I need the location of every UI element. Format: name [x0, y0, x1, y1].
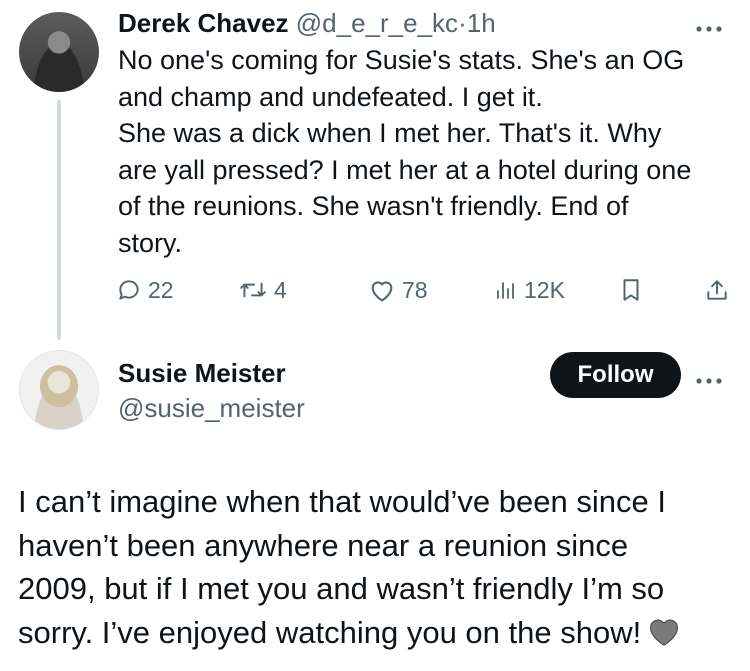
analytics-icon — [497, 282, 514, 299]
more-horizontal-icon[interactable] — [694, 14, 724, 40]
main-tweet-text: I can’t imagine when that would’ve been … — [18, 480, 738, 658]
thread-connector-line — [57, 100, 61, 340]
share-button[interactable] — [704, 270, 730, 310]
header-separator: · — [458, 8, 467, 38]
bookmark-icon — [623, 279, 639, 301]
avatar-susie-meister[interactable] — [19, 350, 99, 430]
reply-tweet-actions: 22 4 78 12K — [110, 270, 738, 310]
avatar-derek-chavez[interactable] — [19, 12, 99, 92]
comment-icon — [119, 280, 139, 300]
bookmark-button[interactable] — [620, 270, 642, 310]
like-button[interactable]: 78 — [368, 270, 428, 310]
like-count: 78 — [402, 276, 428, 303]
views-button[interactable]: 12K — [494, 270, 565, 310]
tweet-time[interactable]: 1h — [467, 8, 496, 38]
reply-count: 22 — [148, 276, 174, 303]
share-icon — [707, 280, 727, 300]
grey-heart-icon — [647, 615, 681, 659]
repost-button[interactable]: 4 — [238, 270, 287, 310]
repost-icon — [240, 282, 266, 298]
main-tweet-body: I can’t imagine when that would’ve been … — [18, 484, 666, 650]
author-name[interactable]: Susie Meister — [118, 356, 286, 390]
view-count: 12K — [524, 276, 565, 303]
follow-button[interactable]: Follow — [550, 352, 681, 398]
reply-tweet-text: No one's coming for Susie's stats. She's… — [118, 45, 692, 258]
author-handle[interactable]: @susie_meister — [118, 391, 305, 425]
repost-count: 4 — [274, 276, 287, 303]
reply-button[interactable]: 22 — [116, 270, 174, 310]
author-handle[interactable]: @d_e_r_e_kc — [296, 8, 458, 38]
reply-tweet-header: Derek Chavez @d_e_r_e_kc·1h — [118, 6, 496, 40]
author-name[interactable]: Derek Chavez — [118, 8, 289, 38]
more-horizontal-icon[interactable] — [694, 366, 724, 392]
heart-outline-icon — [371, 281, 393, 302]
